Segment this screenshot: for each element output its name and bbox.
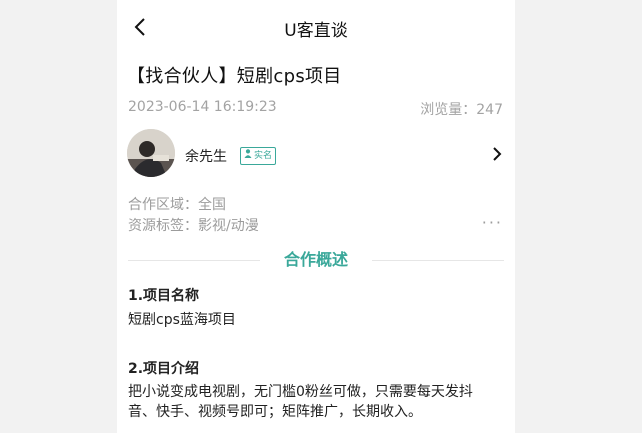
section-divider: 合作概述 — [128, 248, 504, 272]
view-count: 浏览量：247 — [420, 102, 503, 118]
section-heading: 2.项目介绍 — [128, 361, 200, 377]
article-title: 【找合伙人】短剧cps项目 — [127, 66, 342, 87]
section-heading: 1.项目名称 — [128, 288, 200, 304]
person-icon — [244, 148, 252, 164]
section-title: 合作概述 — [283, 250, 348, 269]
publish-date: 2023-06-14 16:19:23 — [128, 99, 277, 115]
badge-label: 实名 — [254, 151, 273, 161]
verified-badge: 实名 — [240, 147, 277, 165]
app-screen: U客直谈 【找合伙人】短剧cps项目 2023-06-14 16:19:23 浏… — [117, 0, 515, 433]
section-body: 把小说变成电视剧，无门槛0粉丝可做，只需要每天发抖音、快手、视频号即可；矩阵推广… — [128, 384, 473, 420]
chevron-right-icon[interactable] — [491, 145, 503, 163]
nav-header: U客直谈 — [117, 0, 515, 56]
section-body: 短剧cps蓝海项目 — [128, 312, 236, 328]
avatar[interactable] — [127, 129, 175, 177]
author-row[interactable]: 余先生 实名 — [117, 126, 515, 182]
cooperation-region: 合作区域：全国 — [128, 197, 226, 213]
page-title: U客直谈 — [284, 21, 348, 41]
author-name: 余先生 — [185, 149, 227, 165]
more-button[interactable]: ··· — [482, 213, 503, 232]
resource-tags: 资源标签：影视/动漫 — [128, 218, 259, 234]
